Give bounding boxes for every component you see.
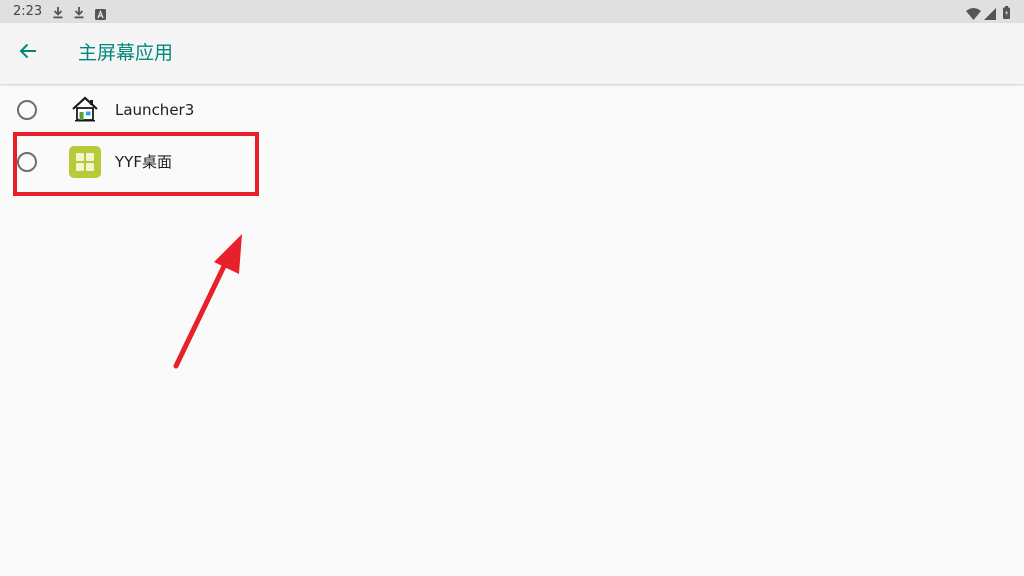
notification-a-icon	[95, 5, 106, 24]
app-bar: 主屏幕应用	[0, 23, 1024, 84]
status-bar: 2:23	[0, 0, 1024, 23]
download-icon	[52, 4, 64, 23]
wifi-icon	[966, 5, 981, 24]
list-item-launcher3[interactable]: Launcher3	[0, 85, 1024, 135]
signal-icon	[984, 5, 996, 24]
home-icon	[69, 94, 101, 126]
back-button[interactable]	[10, 35, 46, 71]
battery-icon	[1003, 4, 1010, 23]
item-label: Launcher3	[115, 101, 195, 119]
arrow-left-icon	[19, 43, 37, 63]
radio-button[interactable]	[17, 100, 37, 120]
annotation-arrow	[173, 234, 242, 369]
page-title: 主屏幕应用	[78, 42, 174, 64]
download-icon	[73, 4, 85, 23]
status-time: 2:23	[13, 4, 43, 19]
highlight-box	[13, 132, 259, 196]
